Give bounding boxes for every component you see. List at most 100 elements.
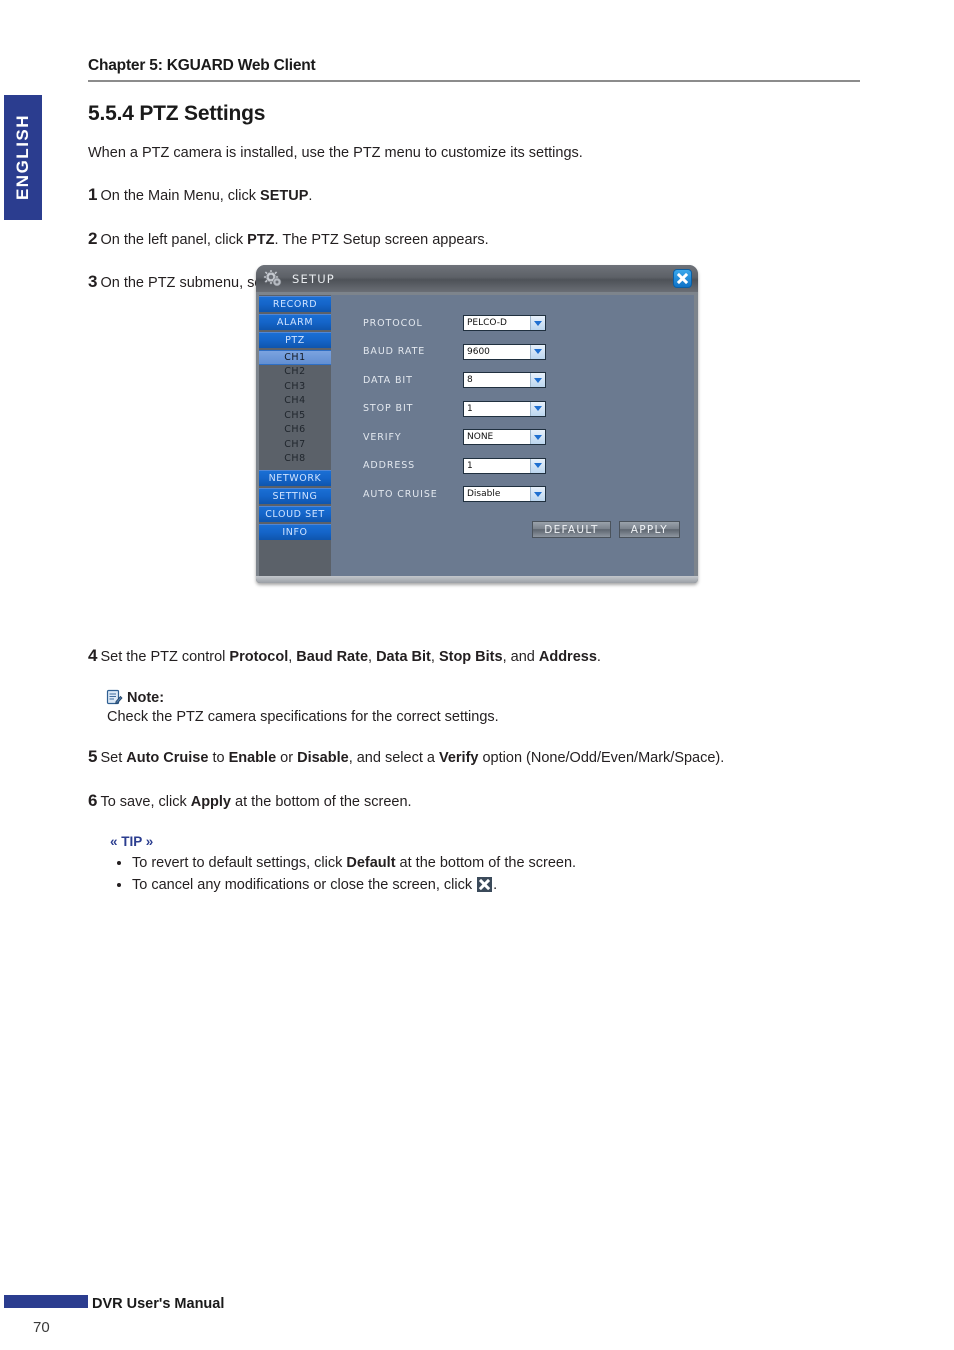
note-block: Note: Check the PTZ camera specification… bbox=[106, 689, 888, 728]
list-item: To revert to default settings, click Def… bbox=[132, 853, 888, 875]
note-label: Note: bbox=[127, 690, 165, 707]
select-value: NONE bbox=[467, 432, 494, 443]
tip-text-bold: Default bbox=[346, 854, 396, 871]
footer-manual-title: DVR User's Manual bbox=[92, 1296, 225, 1312]
step-text: To save, click Apply at the bottom of th… bbox=[100, 793, 412, 810]
sidebar-item-cloud-set[interactable]: CLOUD SET bbox=[259, 506, 331, 522]
field-label: PROTOCOL bbox=[363, 317, 423, 329]
baud-rate-select[interactable]: 9600 bbox=[463, 343, 546, 360]
sidebar-item-alarm[interactable]: ALARM bbox=[259, 314, 331, 330]
footer-accent-bar bbox=[4, 1295, 88, 1308]
sidebar-item-ch3[interactable]: CH3 bbox=[259, 379, 331, 394]
tip-text-suffix: at the bottom of the screen. bbox=[395, 854, 577, 871]
step-text: Set Auto Cruise to Enable or Disable, an… bbox=[100, 749, 725, 766]
chevron-down-icon[interactable] bbox=[530, 430, 545, 445]
verify-select[interactable]: NONE bbox=[463, 429, 546, 446]
list-item: To cancel any modifications or close the… bbox=[132, 875, 888, 897]
step-number: 5 bbox=[88, 746, 98, 766]
sidebar-item-ch5[interactable]: CH5 bbox=[259, 408, 331, 423]
field-protocol: PROTOCOL PELCO-D bbox=[331, 309, 694, 338]
dialog-content: PROTOCOL PELCO-D BAUD RATE 9600 DATA BIT… bbox=[331, 295, 694, 577]
page-title: 5.5.4 PTZ Settings bbox=[88, 102, 266, 125]
field-label: BAUD RATE bbox=[363, 346, 426, 358]
chevron-down-icon[interactable] bbox=[530, 487, 545, 502]
tip-text-prefix: To revert to default settings, click bbox=[132, 854, 347, 871]
field-label: ADDRESS bbox=[363, 460, 416, 472]
dialog-title: SETUP bbox=[292, 271, 335, 286]
dialog-sidebar: RECORD ALARM PTZ CH1 CH2 CH3 CH4 CH5 CH6… bbox=[259, 295, 331, 577]
auto-cruise-select[interactable]: Disable bbox=[463, 486, 546, 503]
sidebar-item-ch4[interactable]: CH4 bbox=[259, 394, 331, 409]
setup-dialog: SETUP RECORD ALARM PTZ CH1 CH2 CH3 CH4 C… bbox=[256, 265, 698, 583]
field-label: AUTO CRUISE bbox=[363, 488, 438, 500]
tip-title: « TIP » bbox=[110, 833, 154, 849]
field-auto-cruise: AUTO CRUISE Disable bbox=[331, 480, 694, 509]
note-text: Check the PTZ camera specifications for … bbox=[107, 709, 499, 726]
note-heading: Note: bbox=[106, 689, 888, 706]
field-stop-bit: STOP BIT 1 bbox=[331, 395, 694, 424]
chevron-down-icon[interactable] bbox=[530, 373, 545, 388]
step-number: 3 bbox=[88, 272, 98, 292]
sidebar-item-ch8[interactable]: CH8 bbox=[259, 452, 331, 467]
default-button[interactable]: DEFAULT bbox=[532, 521, 611, 538]
sidebar-item-setting[interactable]: SETTING bbox=[259, 488, 331, 504]
field-label: VERIFY bbox=[363, 431, 402, 443]
stop-bit-select[interactable]: 1 bbox=[463, 400, 546, 417]
dialog-footer-bevel bbox=[256, 576, 698, 583]
protocol-select[interactable]: PELCO-D bbox=[463, 315, 546, 332]
intro-paragraph: When a PTZ camera is installed, use the … bbox=[88, 145, 583, 161]
step-1: 1 On the Main Menu, click SETUP. bbox=[88, 184, 888, 207]
field-label: STOP BIT bbox=[363, 403, 414, 415]
sidebar-item-record[interactable]: RECORD bbox=[259, 296, 331, 312]
apply-button[interactable]: APPLY bbox=[618, 521, 680, 538]
select-value: Disable bbox=[467, 489, 501, 500]
page-number: 70 bbox=[33, 1319, 50, 1336]
sidebar-item-ch7[interactable]: CH7 bbox=[259, 437, 331, 452]
step-text: Set the PTZ control Protocol, Baud Rate,… bbox=[100, 649, 601, 666]
tip-text-suffix: . bbox=[493, 876, 498, 893]
field-data-bit: DATA BIT 8 bbox=[331, 366, 694, 395]
step-text: On the left panel, click PTZ. The PTZ Se… bbox=[100, 231, 489, 248]
chapter-heading: Chapter 5: KGUARD Web Client bbox=[88, 57, 316, 74]
chevron-down-icon[interactable] bbox=[530, 401, 545, 416]
data-bit-select[interactable]: 8 bbox=[463, 372, 546, 389]
close-button[interactable] bbox=[673, 269, 692, 288]
close-icon bbox=[477, 876, 493, 892]
select-value: PELCO-D bbox=[467, 318, 507, 329]
field-verify: VERIFY NONE bbox=[331, 423, 694, 452]
step-5: 5 Set Auto Cruise to Enable or Disable, a… bbox=[88, 746, 888, 769]
step-number: 4 bbox=[88, 646, 98, 666]
sidebar-item-ch1[interactable]: CH1 bbox=[259, 350, 331, 365]
field-baud-rate: BAUD RATE 9600 bbox=[331, 338, 694, 367]
field-label: DATA BIT bbox=[363, 374, 413, 386]
select-value: 1 bbox=[467, 403, 473, 414]
language-tab-label: ENGLISH bbox=[13, 113, 32, 200]
tip-text-prefix: To cancel any modifications or close the… bbox=[132, 876, 477, 893]
select-value: 9600 bbox=[467, 346, 490, 357]
tip-block: « TIP » To revert to default settings, c… bbox=[110, 834, 888, 897]
dialog-button-row: DEFAULT APPLY bbox=[532, 521, 680, 538]
sidebar-item-ch2[interactable]: CH2 bbox=[259, 365, 331, 380]
language-tab: ENGLISH bbox=[4, 95, 42, 220]
tip-list: To revert to default settings, click Def… bbox=[110, 853, 888, 897]
address-select[interactable]: 1 bbox=[463, 457, 546, 474]
select-value: 1 bbox=[467, 460, 473, 471]
field-address: ADDRESS 1 bbox=[331, 452, 694, 481]
step-2: 2 On the left panel, click PTZ. The PTZ S… bbox=[88, 228, 888, 251]
step-number: 2 bbox=[88, 228, 98, 248]
chevron-down-icon[interactable] bbox=[530, 458, 545, 473]
notepad-pencil-icon bbox=[106, 689, 123, 706]
step-number: 6 bbox=[88, 790, 98, 810]
chevron-down-icon[interactable] bbox=[530, 316, 545, 331]
select-value: 8 bbox=[467, 375, 473, 386]
sidebar-item-info[interactable]: INFO bbox=[259, 524, 331, 540]
sidebar-item-ptz[interactable]: PTZ bbox=[259, 332, 331, 348]
step-number: 1 bbox=[88, 184, 98, 204]
dialog-titlebar: SETUP bbox=[256, 265, 698, 292]
chevron-down-icon[interactable] bbox=[530, 344, 545, 359]
gear-icon bbox=[262, 268, 284, 290]
sidebar-item-ch6[interactable]: CH6 bbox=[259, 423, 331, 438]
step-6: 6 To save, click Apply at the bottom of t… bbox=[88, 790, 888, 813]
sidebar-item-network[interactable]: NETWORK bbox=[259, 470, 331, 486]
